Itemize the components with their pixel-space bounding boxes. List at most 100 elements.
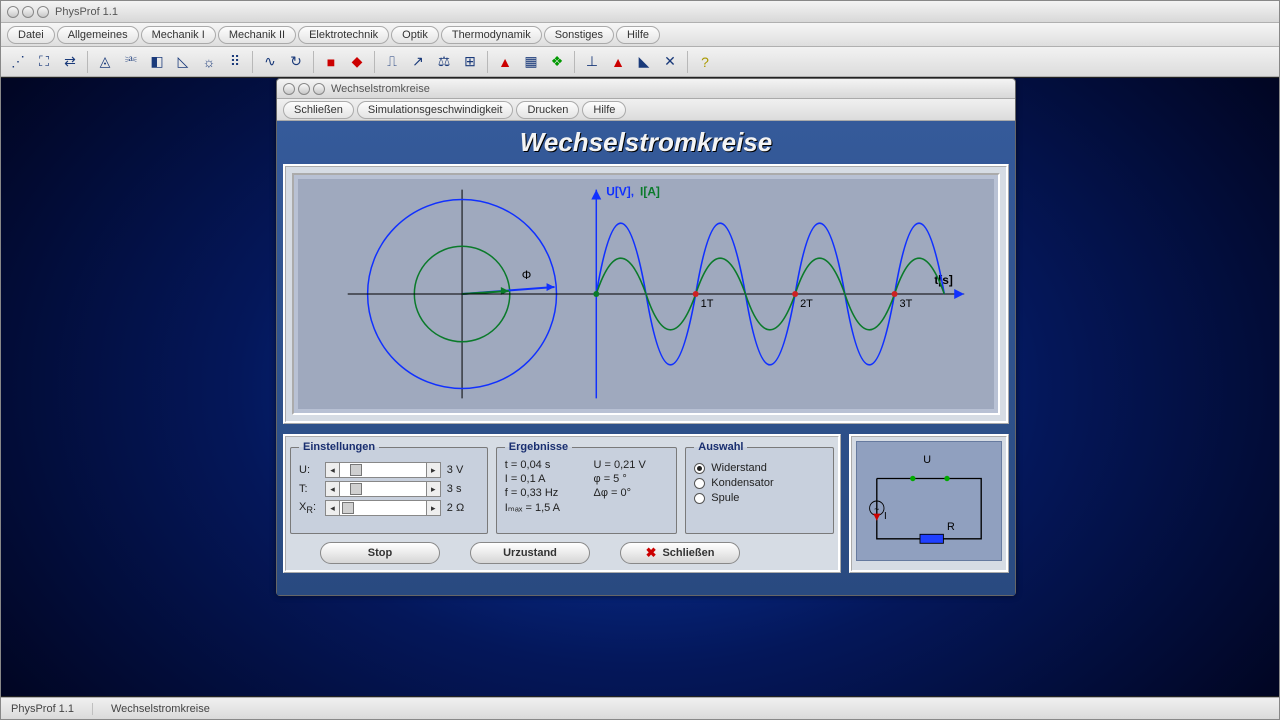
- plot-canvas: Φ U[V], I[A] t[s]: [298, 179, 994, 409]
- result-t: t = 0,04 s: [505, 459, 580, 471]
- results-box: Ergebnisse t = 0,04 s U = 0,21 V I = 0,1…: [496, 441, 677, 534]
- tool-2-icon[interactable]: ⛶: [31, 50, 57, 74]
- tool-17-icon[interactable]: ⊞: [457, 50, 483, 74]
- result-imax: Iₘₐₓ = 1,5 A: [505, 501, 580, 514]
- svg-text:I[A]: I[A]: [640, 185, 660, 199]
- menu-hilfe[interactable]: Hilfe: [616, 26, 660, 44]
- subw-menu-speed[interactable]: Simulationsgeschwindigkeit: [357, 101, 514, 119]
- result-dphi: Δφ = 0°: [594, 487, 669, 499]
- minimize-icon[interactable]: [22, 6, 34, 18]
- close-icon[interactable]: [7, 6, 19, 18]
- subw-body: Wechselstromkreise: [277, 121, 1015, 595]
- subw-menu-help[interactable]: Hilfe: [582, 101, 626, 119]
- tool-16-icon[interactable]: ⚖: [431, 50, 457, 74]
- tool-8-icon[interactable]: ☼: [196, 50, 222, 74]
- maximize-icon[interactable]: [37, 6, 49, 18]
- status-app: PhysProf 1.1: [11, 703, 93, 715]
- tool-13-icon[interactable]: ◆: [344, 50, 370, 74]
- radio-icon: [694, 493, 705, 504]
- result-phi: φ = 5 °: [594, 473, 669, 485]
- menu-mechanik2[interactable]: Mechanik II: [218, 26, 296, 44]
- subw-menu-close[interactable]: Schließen: [283, 101, 354, 119]
- sub-window: Wechselstromkreise Schließen Simulations…: [276, 78, 1016, 596]
- subw-menu: Schließen Simulationsgeschwindigkeit Dru…: [277, 99, 1015, 121]
- menu-datei[interactable]: Datei: [7, 26, 55, 44]
- setting-xr-value: 2 Ω: [447, 502, 479, 514]
- status-bar: PhysProf 1.1 Wechselstromkreise: [1, 697, 1279, 719]
- setting-u-value: 3 V: [447, 464, 479, 476]
- tool-10-icon[interactable]: ∿: [257, 50, 283, 74]
- tool-15-icon[interactable]: ↗: [405, 50, 431, 74]
- radio-kondensator[interactable]: Kondensator: [694, 477, 825, 489]
- tool-19-icon[interactable]: ▦: [518, 50, 544, 74]
- menu-optik[interactable]: Optik: [391, 26, 439, 44]
- main-menu: Datei Allgemeines Mechanik I Mechanik II…: [1, 23, 1279, 47]
- tool-23-icon[interactable]: ◣: [631, 50, 657, 74]
- results-legend: Ergebnisse: [505, 441, 572, 453]
- tool-9-icon[interactable]: ⠿: [222, 50, 248, 74]
- radio-spule[interactable]: Spule: [694, 492, 825, 504]
- setting-t-slider[interactable]: ◂ ▸: [325, 481, 441, 497]
- tool-6-icon[interactable]: ◧: [144, 50, 170, 74]
- tool-4-icon[interactable]: ◬: [92, 50, 118, 74]
- radio-icon: [694, 478, 705, 489]
- app-title: PhysProf 1.1: [55, 6, 118, 18]
- selection-legend: Auswahl: [694, 441, 747, 453]
- subw-minimize-icon[interactable]: [298, 83, 310, 95]
- subw-maximize-icon[interactable]: [313, 83, 325, 95]
- tool-help-icon[interactable]: ?: [692, 50, 718, 74]
- tool-5-icon[interactable]: ⎃: [118, 50, 144, 74]
- chevron-right-icon[interactable]: ▸: [426, 463, 440, 477]
- tool-21-icon[interactable]: ⊥: [579, 50, 605, 74]
- setting-xr-label: XR:: [299, 501, 319, 515]
- chevron-left-icon[interactable]: ◂: [326, 501, 340, 515]
- tool-18-icon[interactable]: ▲: [492, 50, 518, 74]
- window-controls: [7, 6, 49, 18]
- menu-allgemeines[interactable]: Allgemeines: [57, 26, 139, 44]
- plot-frame: Φ U[V], I[A] t[s]: [283, 164, 1009, 424]
- subw-close-icon[interactable]: [283, 83, 295, 95]
- circuit-r-label: R: [947, 521, 955, 533]
- tool-14-icon[interactable]: ⎍: [379, 50, 405, 74]
- button-row: Stop Urzustand ✖ Schließen: [290, 542, 834, 564]
- reset-button[interactable]: Urzustand: [470, 542, 590, 564]
- tool-11-icon[interactable]: ↻: [283, 50, 309, 74]
- chevron-left-icon[interactable]: ◂: [326, 463, 340, 477]
- tool-20-icon[interactable]: ❖: [544, 50, 570, 74]
- menu-mechanik1[interactable]: Mechanik I: [141, 26, 216, 44]
- status-doc: Wechselstromkreise: [111, 703, 228, 715]
- menu-sonstiges[interactable]: Sonstiges: [544, 26, 614, 44]
- tool-3-icon[interactable]: ⇄: [57, 50, 83, 74]
- setting-xr-slider[interactable]: ◂ ▸: [325, 500, 441, 516]
- radio-widerstand[interactable]: Widerstand: [694, 462, 825, 474]
- setting-t-value: 3 s: [447, 483, 479, 495]
- menu-thermodynamik[interactable]: Thermodynamik: [441, 26, 542, 44]
- main-toolbar: ⋰ ⛶ ⇄ ◬ ⎃ ◧ ◺ ☼ ⠿ ∿ ↻ ■ ◆ ⎍ ↗ ⚖ ⊞ ▲ ▦ ❖ …: [1, 47, 1279, 77]
- setting-u-slider[interactable]: ◂ ▸: [325, 462, 441, 478]
- chevron-right-icon[interactable]: ▸: [426, 482, 440, 496]
- circuit-i-label: I: [884, 511, 887, 522]
- svg-text:3T: 3T: [900, 298, 913, 310]
- settings-legend: Einstellungen: [299, 441, 379, 453]
- settings-box: Einstellungen U: ◂ ▸ 3 V: [290, 441, 488, 534]
- result-i: I = 0,1 A: [505, 473, 580, 485]
- svg-text:Φ: Φ: [522, 268, 532, 282]
- app-titlebar[interactable]: PhysProf 1.1: [1, 1, 1279, 23]
- tool-1-icon[interactable]: ⋰: [5, 50, 31, 74]
- circuit-diagram: U ~ R: [856, 441, 1002, 561]
- subw-titlebar[interactable]: Wechselstromkreise: [277, 79, 1015, 99]
- chevron-right-icon[interactable]: ▸: [426, 501, 440, 515]
- svg-text:1T: 1T: [701, 298, 714, 310]
- subw-menu-print[interactable]: Drucken: [516, 101, 579, 119]
- tool-22-icon[interactable]: ▲: [605, 50, 631, 74]
- chevron-left-icon[interactable]: ◂: [326, 482, 340, 496]
- svg-text:2T: 2T: [800, 298, 813, 310]
- tool-24-icon[interactable]: ✕: [657, 50, 683, 74]
- close-button[interactable]: ✖ Schließen: [620, 542, 740, 564]
- page-title: Wechselstromkreise: [283, 127, 1009, 158]
- menu-elektrotechnik[interactable]: Elektrotechnik: [298, 26, 389, 44]
- stop-button[interactable]: Stop: [320, 542, 440, 564]
- selection-box: Auswahl Widerstand Kondensator: [685, 441, 834, 534]
- tool-12-icon[interactable]: ■: [318, 50, 344, 74]
- tool-7-icon[interactable]: ◺: [170, 50, 196, 74]
